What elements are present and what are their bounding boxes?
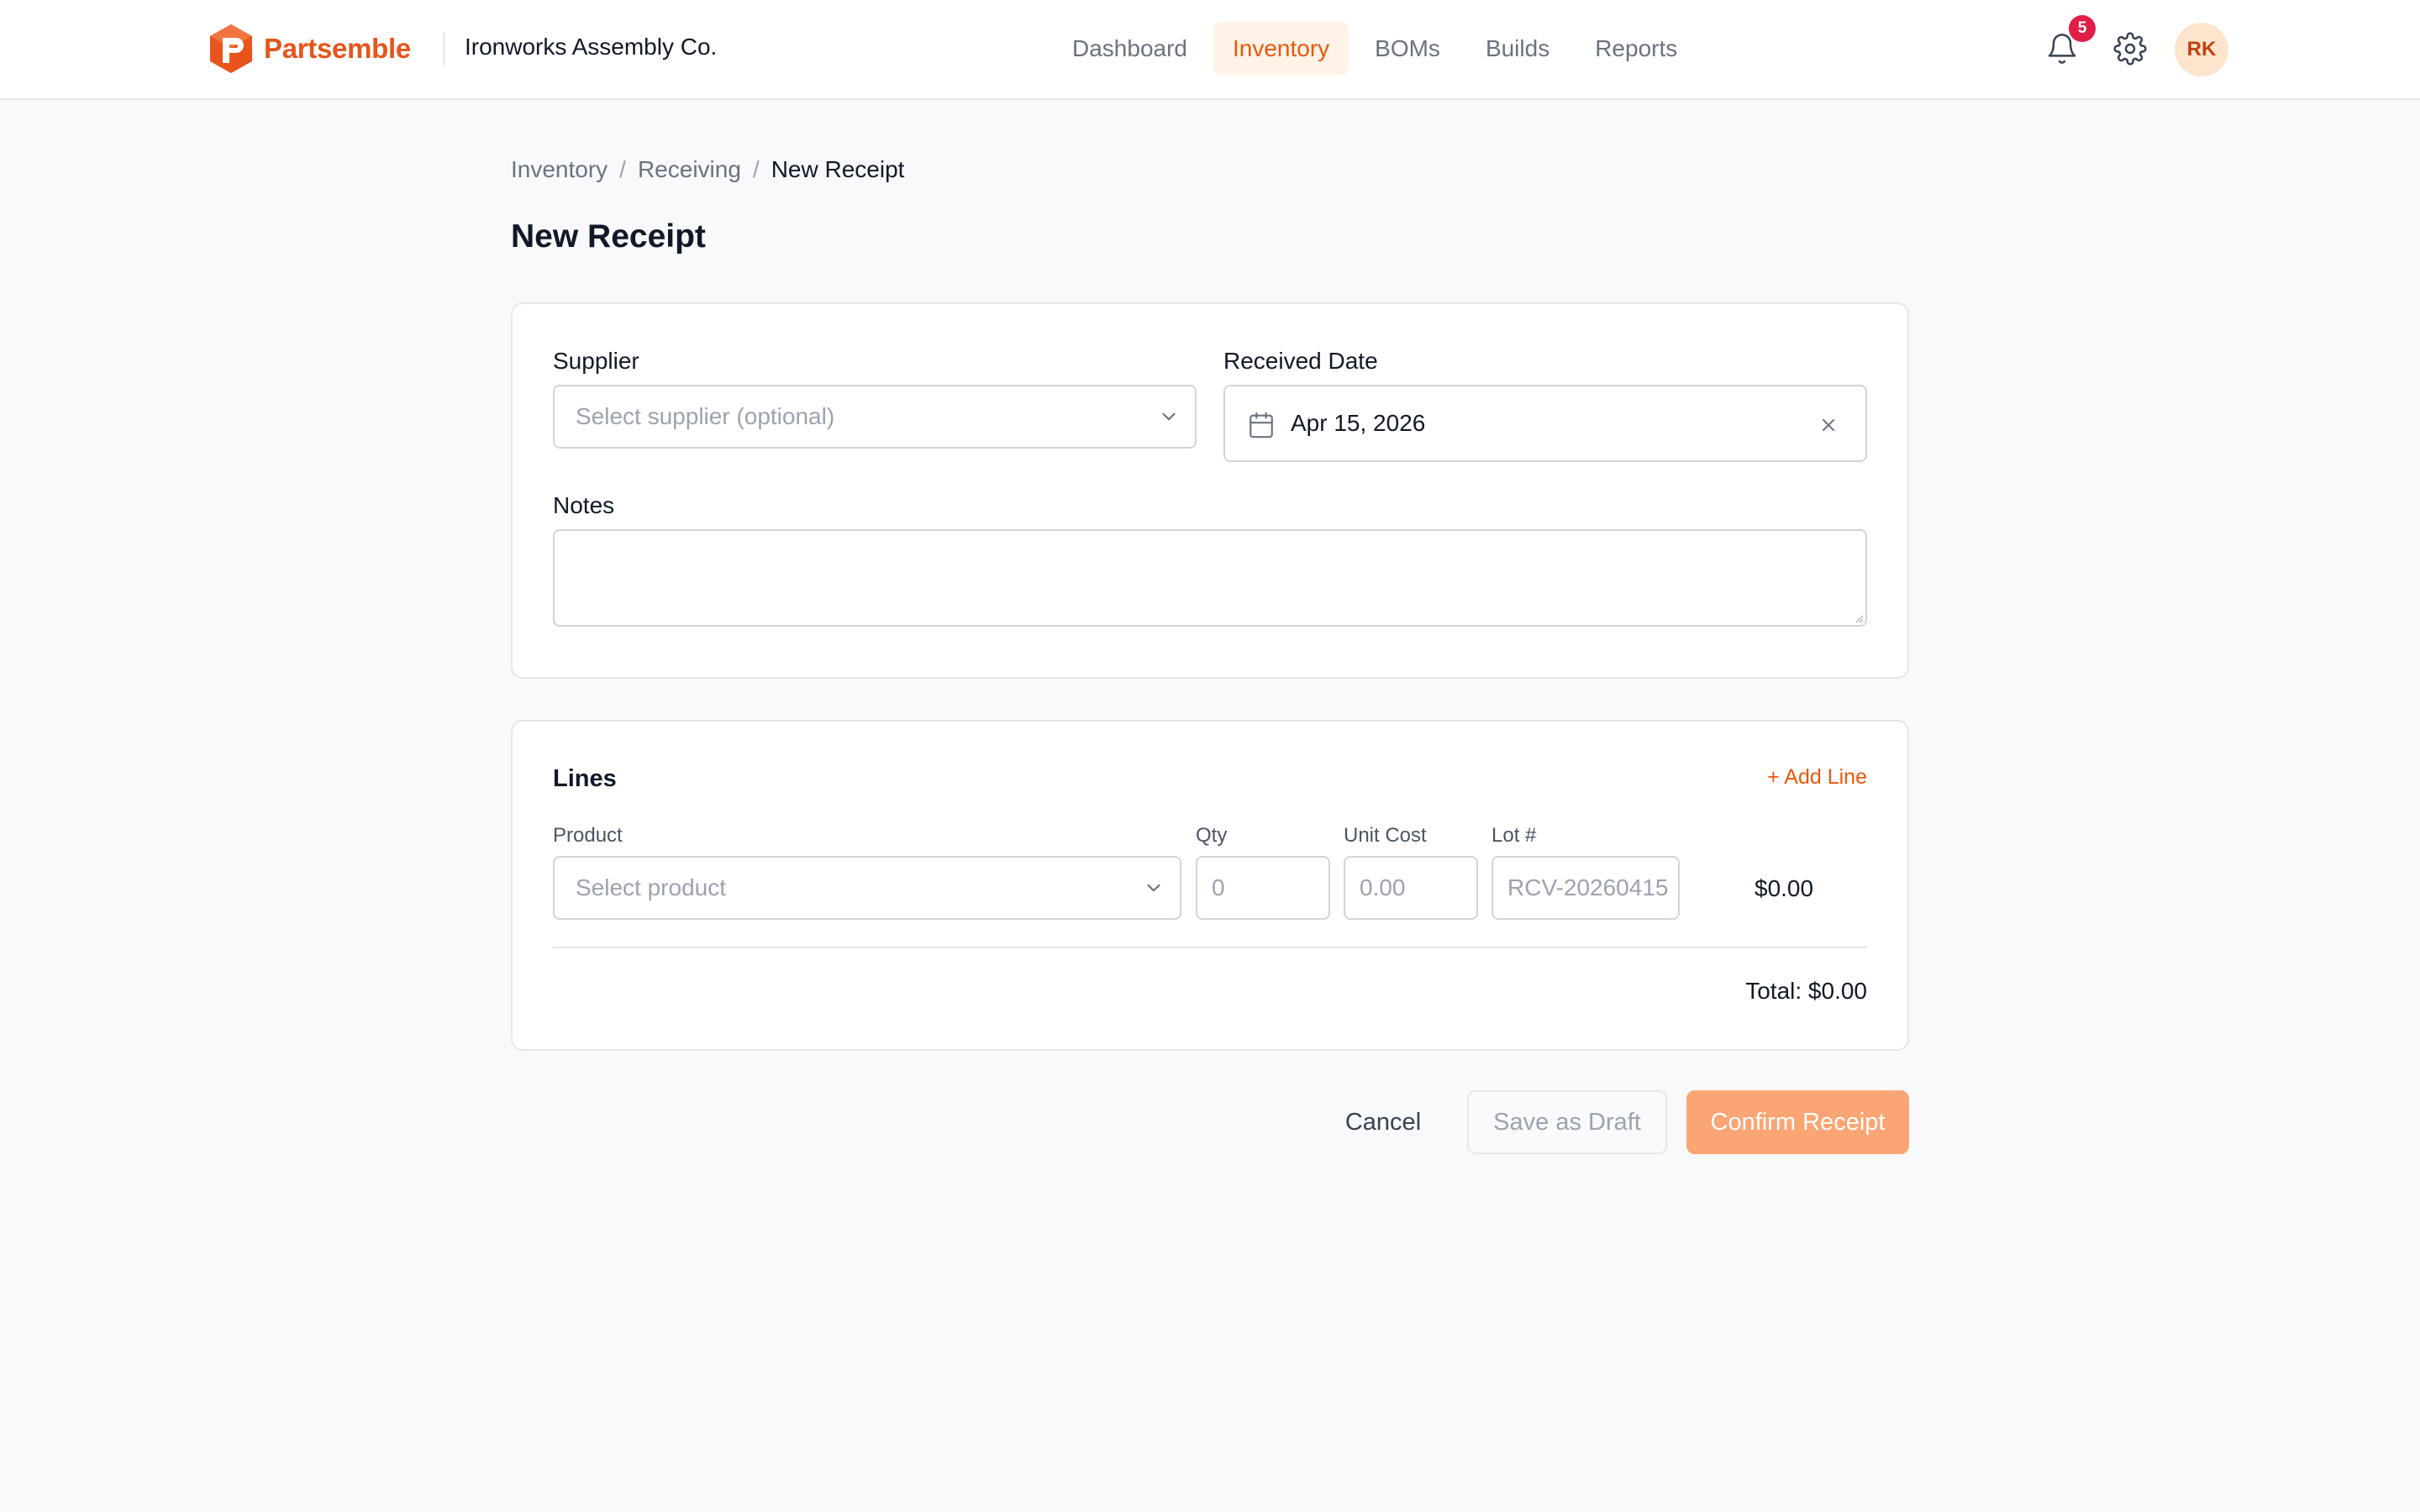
breadcrumb-separator: / <box>619 156 626 182</box>
clear-date-icon[interactable] <box>1818 415 1839 435</box>
supplier-label: Supplier <box>553 348 639 374</box>
lines-title: Lines <box>553 765 617 792</box>
header-divider <box>443 32 445 66</box>
qty-input[interactable]: 0 <box>1196 856 1330 920</box>
breadcrumb-inventory[interactable]: Inventory <box>511 156 608 183</box>
gear-icon[interactable] <box>2113 32 2147 66</box>
supplier-placeholder: Select supplier (optional) <box>576 403 835 429</box>
nav-boms[interactable]: BOMs <box>1355 22 1460 76</box>
partsemble-logo-icon <box>210 24 252 73</box>
unit-cost-column-label: Unit Cost <box>1344 824 1427 847</box>
qty-column-label: Qty <box>1196 824 1228 847</box>
received-date-picker[interactable]: Apr 15, 2026 <box>1223 385 1867 462</box>
notes-textarea[interactable] <box>553 529 1867 627</box>
nav-builds[interactable]: Builds <box>1466 22 1569 76</box>
unit-cost-placeholder: 0.00 <box>1360 874 1406 900</box>
lot-column-label: Lot # <box>1491 824 1537 847</box>
organization-name: Ironworks Assembly Co. <box>465 34 718 60</box>
receipt-details-card: Supplier Select supplier (optional) Rece… <box>511 302 1909 679</box>
top-bar: Partsemble Ironworks Assembly Co. Dashbo… <box>0 0 2420 100</box>
save-draft-button[interactable]: Save as Draft <box>1467 1090 1667 1154</box>
calendar-icon <box>1249 412 1273 438</box>
user-avatar[interactable]: RK <box>2175 23 2228 76</box>
breadcrumb-current: New Receipt <box>771 156 905 182</box>
chevron-down-icon <box>1147 884 1160 892</box>
brand-logo[interactable]: Partsemble <box>207 22 411 76</box>
add-line-button[interactable]: + Add Line <box>1767 765 1867 790</box>
chevron-down-icon <box>1162 412 1176 421</box>
product-placeholder: Select product <box>576 874 726 900</box>
product-column-label: Product <box>553 824 623 847</box>
notes-label: Notes <box>553 492 615 518</box>
page-title: New Receipt <box>511 218 706 255</box>
brand-name: Partsemble <box>264 33 411 64</box>
received-date-value: Apr 15, 2026 <box>1291 410 1426 436</box>
nav-dashboard[interactable]: Dashboard <box>1053 22 1207 76</box>
product-select[interactable]: Select product <box>553 856 1181 920</box>
receipt-total: Total: $0.00 <box>1745 978 1867 1004</box>
breadcrumb: Inventory / Receiving / New Receipt <box>511 156 904 183</box>
receipt-lines-card: Lines + Add Line Product Qty Unit Cost L… <box>511 720 1909 1051</box>
resize-handle-icon[interactable] <box>1854 613 1864 623</box>
received-date-label: Received Date <box>1223 348 1378 374</box>
notification-badge: 5 <box>2069 15 2096 42</box>
breadcrumb-receiving[interactable]: Receiving <box>638 156 741 183</box>
unit-cost-input[interactable]: 0.00 <box>1344 856 1478 920</box>
supplier-select[interactable]: Select supplier (optional) <box>553 385 1197 449</box>
cancel-button[interactable]: Cancel <box>1326 1090 1440 1154</box>
line-amount: $0.00 <box>1754 875 1814 901</box>
main-nav: Dashboard Inventory BOMs Builds Reports <box>1053 22 1697 76</box>
nav-inventory[interactable]: Inventory <box>1213 22 1349 76</box>
lot-number-input[interactable]: RCV-20260415 <box>1491 856 1680 920</box>
qty-placeholder: 0 <box>1212 874 1225 900</box>
breadcrumb-separator: / <box>752 156 760 182</box>
nav-reports[interactable]: Reports <box>1576 22 1697 76</box>
lot-placeholder: RCV-20260415 <box>1507 874 1669 900</box>
confirm-receipt-button[interactable]: Confirm Receipt <box>1686 1090 1909 1154</box>
lines-divider <box>553 947 1867 948</box>
